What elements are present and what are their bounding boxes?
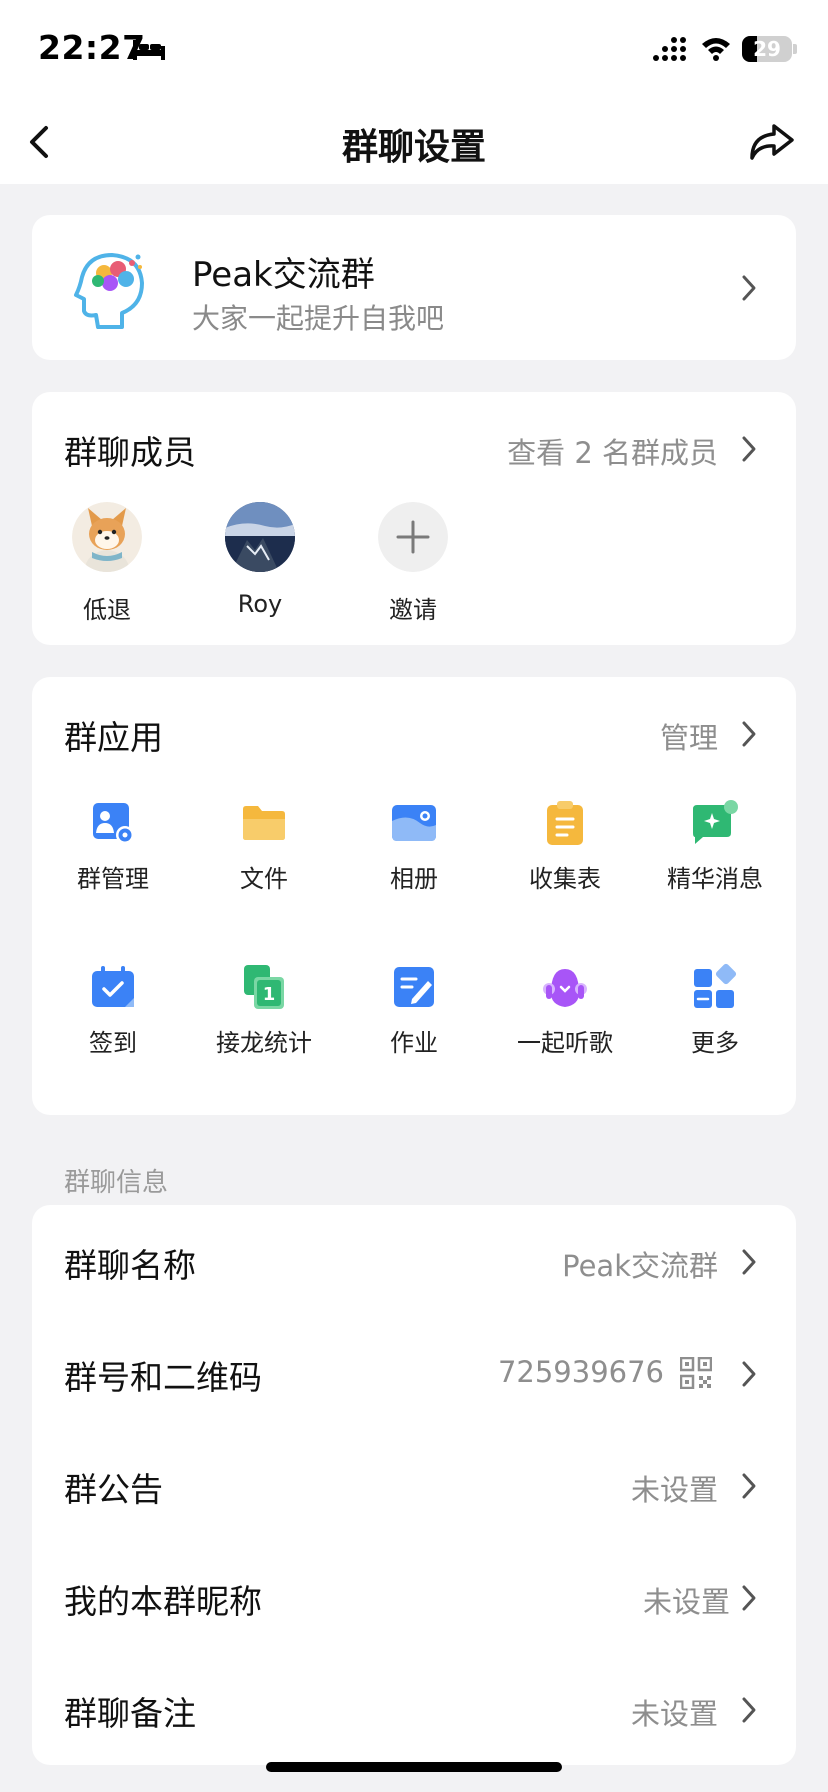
group-description: 大家一起提升自我吧 xyxy=(192,302,445,335)
plus-icon xyxy=(378,502,448,572)
members-title: 群聊成员 xyxy=(64,433,196,472)
app-homework[interactable]: 作业 xyxy=(354,963,474,1058)
status-time: 22:27 xyxy=(38,28,146,67)
app-label: 接龙统计 xyxy=(216,1029,312,1057)
app-label: 一起听歌 xyxy=(517,1029,613,1057)
clipboard-icon xyxy=(547,801,583,845)
cellular-signal-icon xyxy=(653,37,686,61)
chevron-right-icon xyxy=(742,1361,756,1387)
row-group-announcement[interactable]: 群公告 未设置 xyxy=(32,1429,796,1541)
app-label: 文件 xyxy=(240,865,288,893)
home-indicator xyxy=(266,1762,562,1772)
member-item[interactable]: Roy xyxy=(210,502,310,618)
chevron-right-icon[interactable] xyxy=(740,719,758,749)
svg-text:1: 1 xyxy=(263,984,276,1005)
qr-code-icon xyxy=(680,1357,712,1389)
member-name: 低退 xyxy=(83,596,131,624)
chevron-right-icon xyxy=(742,1585,756,1611)
app-label: 精华消息 xyxy=(667,865,763,893)
shiba-dog-avatar xyxy=(72,502,142,572)
view-all-members-link[interactable]: 查看 2 名群成员 xyxy=(507,430,718,472)
app-more[interactable]: 更多 xyxy=(655,963,775,1058)
row-label: 群号和二维码 xyxy=(64,1358,262,1397)
app-label: 相册 xyxy=(390,865,438,893)
app-label: 收集表 xyxy=(529,865,601,893)
group-name: Peak交流群 xyxy=(192,255,375,295)
battery-tip xyxy=(793,44,797,54)
group-manage-icon xyxy=(93,803,134,844)
group-profile-card[interactable]: Peak交流群 大家一起提升自我吧 xyxy=(32,215,796,360)
calendar-check-icon xyxy=(92,966,134,1007)
app-group-manage[interactable]: 群管理 xyxy=(53,799,173,894)
row-value: 未设置 xyxy=(642,1585,730,1619)
app-listen-together[interactable]: 一起听歌 xyxy=(505,963,625,1058)
row-label: 群聊备注 xyxy=(64,1694,196,1733)
row-group-remark[interactable]: 群聊备注 未设置 xyxy=(32,1653,796,1765)
battery-indicator: 29 xyxy=(742,36,792,62)
apps-title: 群应用 xyxy=(64,718,163,757)
group-members-card: 群聊成员 查看 2 名群成员 低退 Roy 邀请 xyxy=(32,392,796,645)
chevron-right-icon xyxy=(742,1249,756,1275)
music-icon xyxy=(543,969,587,1007)
relay-icon: 1 xyxy=(244,965,284,1009)
row-value: 未设置 xyxy=(630,1697,718,1731)
chevron-right-icon[interactable] xyxy=(740,434,758,464)
section-title: 群聊信息 xyxy=(64,1168,169,1198)
row-value: 未设置 xyxy=(630,1473,718,1507)
app-files[interactable]: 文件 xyxy=(204,799,324,894)
app-label: 群管理 xyxy=(77,865,149,893)
manage-apps-link[interactable]: 管理 xyxy=(660,715,718,757)
status-bar: 22:27 29 xyxy=(0,0,828,100)
app-relay-stats[interactable]: 1 接龙统计 xyxy=(204,963,324,1058)
row-group-name[interactable]: 群聊名称 Peak交流群 xyxy=(32,1205,796,1317)
page-title: 群聊设置 xyxy=(341,127,486,168)
row-label: 我的本群昵称 xyxy=(64,1582,262,1621)
chevron-right-icon xyxy=(742,1697,756,1723)
chevron-right-icon xyxy=(742,1473,756,1499)
app-essence-messages[interactable]: 精华消息 xyxy=(655,799,775,894)
row-value: Peak交流群 xyxy=(562,1249,718,1283)
app-label: 更多 xyxy=(691,1029,739,1057)
folder-icon xyxy=(243,806,285,840)
share-button[interactable] xyxy=(746,118,796,166)
homework-icon xyxy=(394,967,434,1007)
member-item[interactable]: 低退 xyxy=(57,502,157,625)
more-apps-icon xyxy=(694,963,737,1008)
member-name: Roy xyxy=(237,590,283,618)
invite-member-button[interactable]: 邀请 xyxy=(363,502,463,625)
app-label: 作业 xyxy=(390,1029,438,1057)
essence-message-icon xyxy=(693,800,738,844)
chevron-right-icon xyxy=(742,275,756,301)
group-apps-card: 群应用 管理 群管理 文件 相册 收集表 精华消息 签到 1 接龙统计 作业 一… xyxy=(32,677,796,1115)
battery-level: 29 xyxy=(753,37,781,61)
row-my-nickname[interactable]: 我的本群昵称 未设置 xyxy=(32,1541,796,1653)
app-album[interactable]: 相册 xyxy=(354,799,474,894)
landscape-avatar xyxy=(225,502,295,572)
group-avatar xyxy=(64,237,168,341)
group-info-card: 群聊名称 Peak交流群 群号和二维码 725939676 群公告 未设置 我的… xyxy=(32,1205,796,1765)
album-icon xyxy=(392,805,436,841)
member-name: 邀请 xyxy=(389,596,437,624)
navigation-bar: 群聊设置 xyxy=(0,100,828,184)
sleep-mode-icon xyxy=(133,40,165,60)
row-group-number-qr[interactable]: 群号和二维码 725939676 xyxy=(32,1317,796,1429)
app-check-in[interactable]: 签到 xyxy=(53,963,173,1058)
row-value: 725939676 xyxy=(497,1355,664,1389)
row-label: 群聊名称 xyxy=(64,1246,196,1285)
app-label: 签到 xyxy=(89,1029,137,1057)
row-label: 群公告 xyxy=(64,1470,163,1509)
wifi-icon xyxy=(702,38,730,61)
app-collection-form[interactable]: 收集表 xyxy=(505,799,625,894)
